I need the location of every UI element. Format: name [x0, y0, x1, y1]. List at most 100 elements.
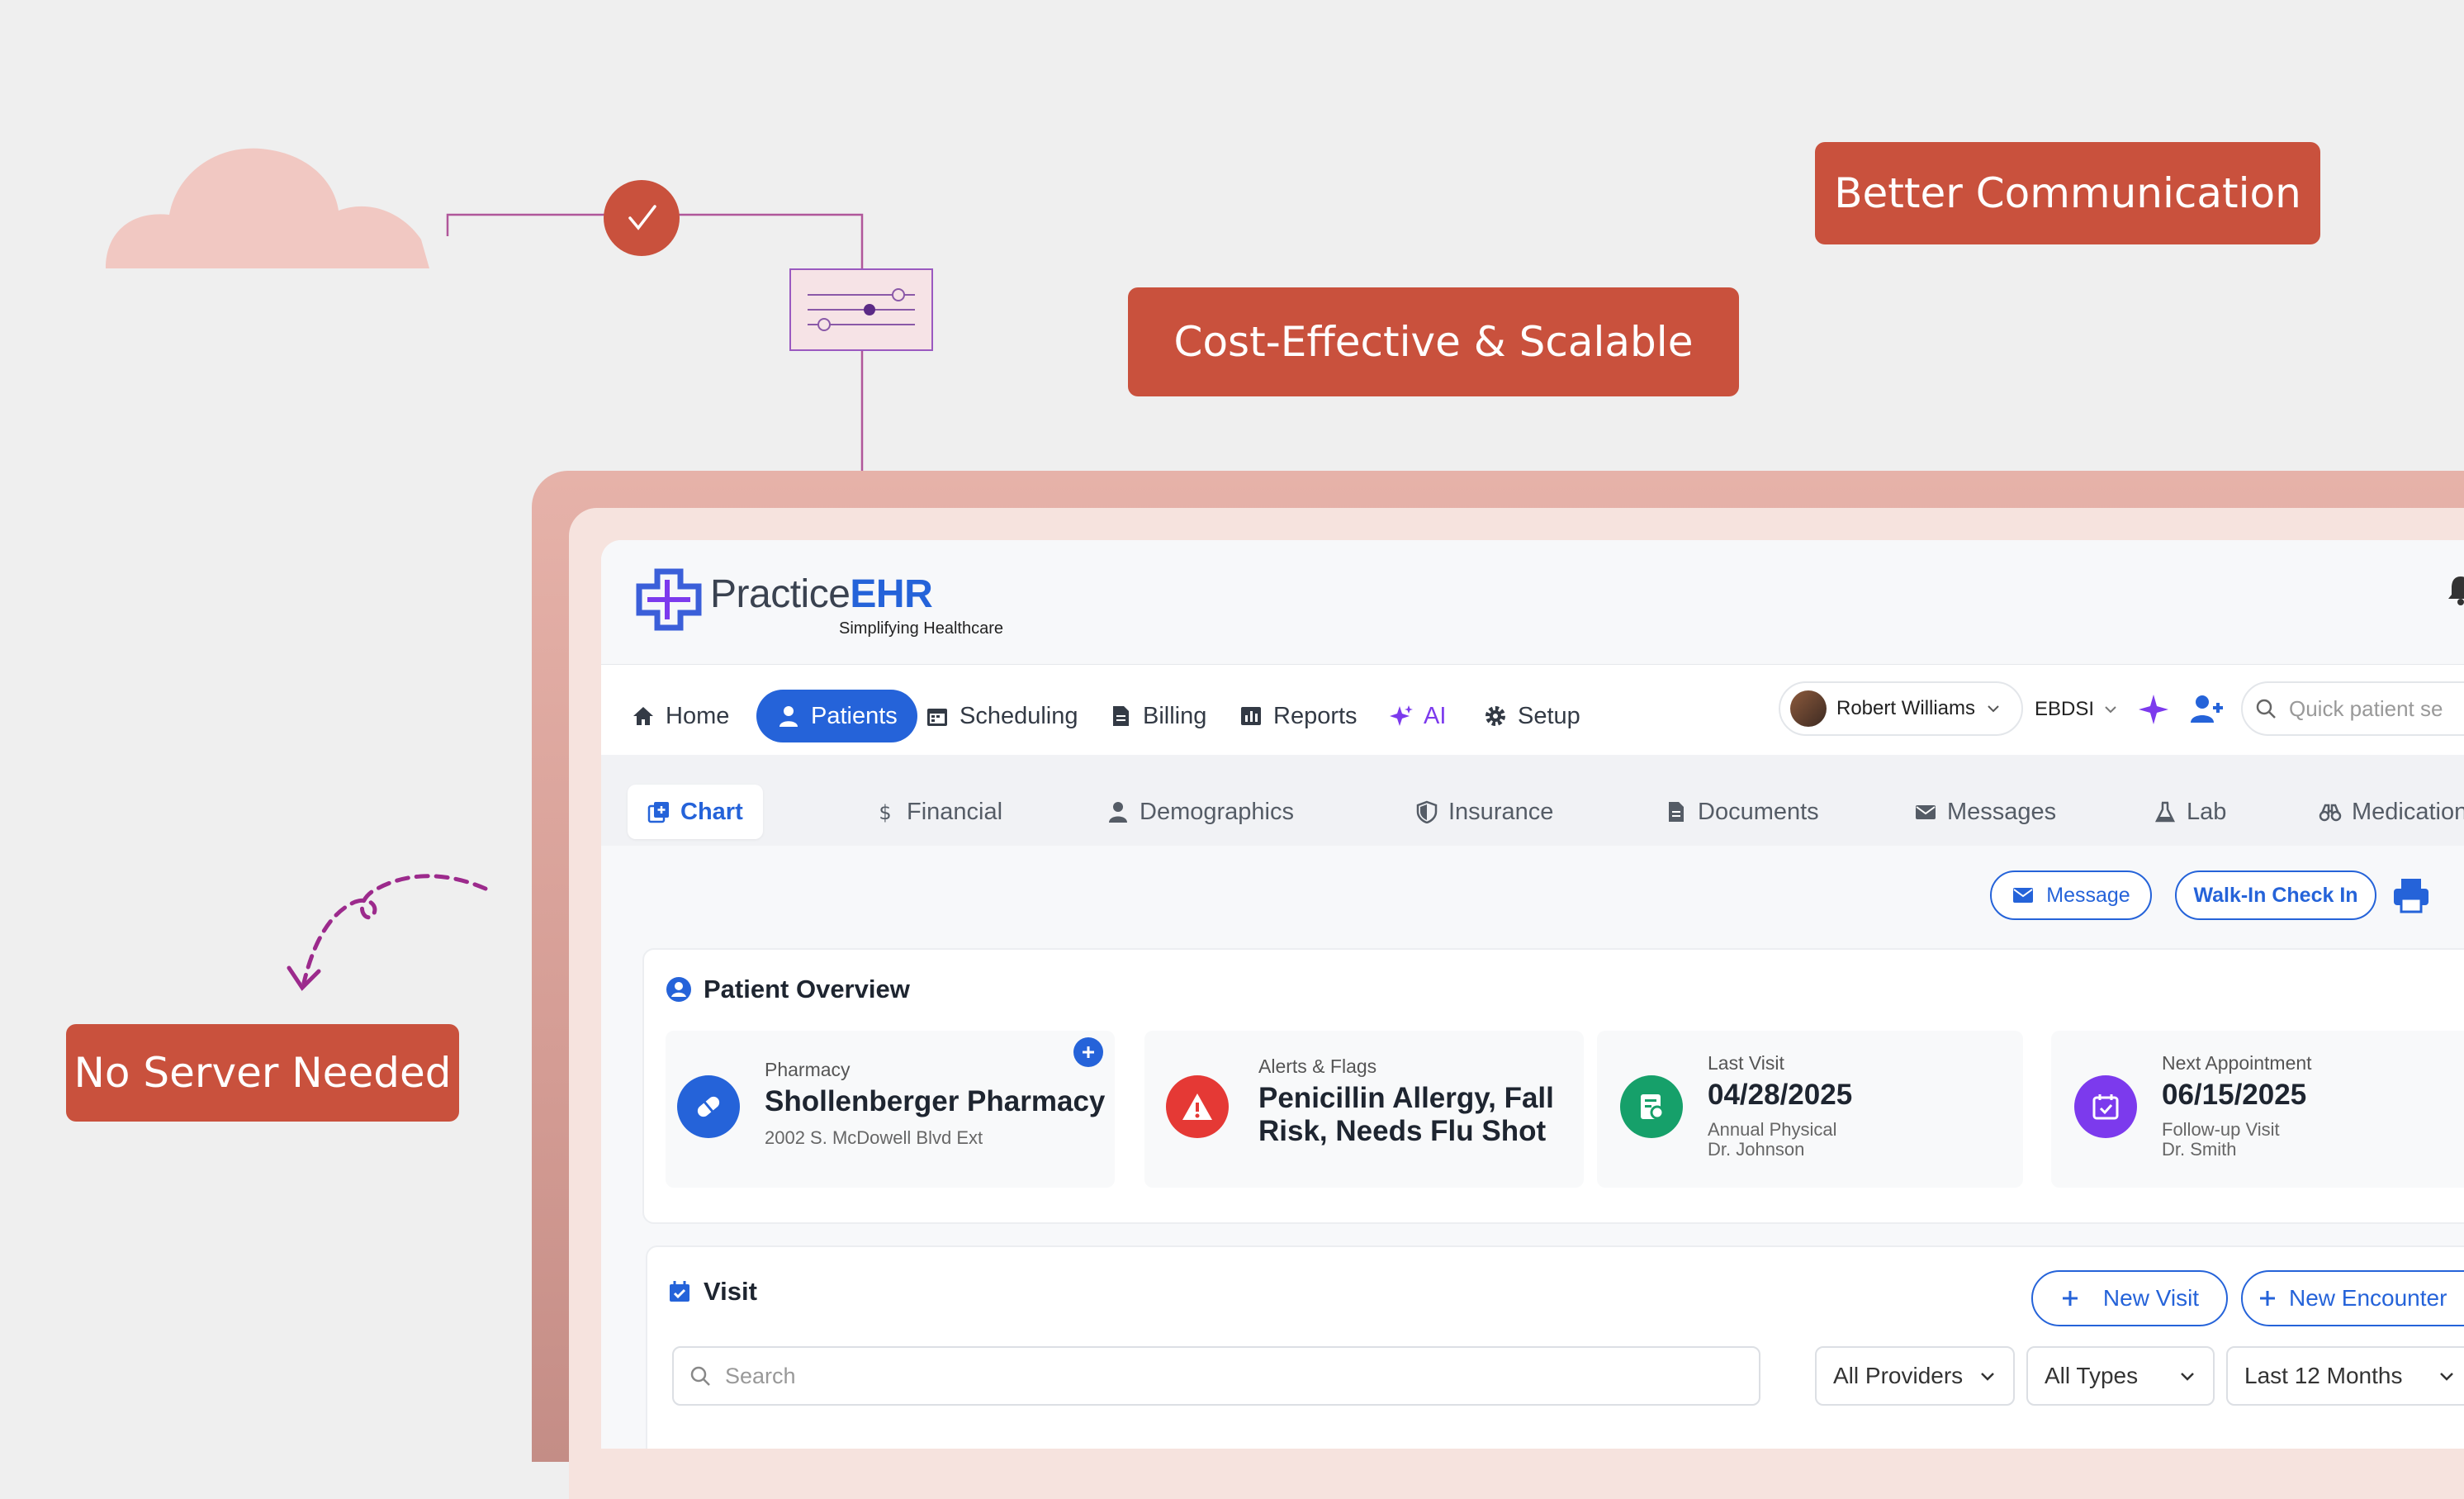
alerts-line-1: Penicillin Allergy, Fall: [1258, 1082, 1554, 1114]
types-filter-value: All Types: [2045, 1363, 2139, 1388]
tab-documents-label: Documents: [1698, 798, 1819, 825]
brand-tagline: Simplifying Healthcare: [839, 619, 1003, 638]
quick-patient-search[interactable]: Quick patient se: [2241, 681, 2464, 736]
nav-home-label: Home: [666, 702, 730, 729]
next-appointment-card[interactable]: Next Appointment 06/15/2025 Follow-up Vi…: [2051, 1031, 2464, 1188]
user-menu[interactable]: Robert Williams: [1779, 681, 2023, 736]
next-appointment-label: Next Appointment: [2162, 1052, 2312, 1074]
tab-financial[interactable]: $ Financial: [874, 785, 1002, 839]
last-visit-card[interactable]: Last Visit 04/28/2025 Annual Physical Dr…: [1597, 1031, 2023, 1188]
patient-icon: [779, 706, 798, 727]
tab-messages[interactable]: Messages: [1914, 785, 2056, 839]
tab-chart-label: Chart: [680, 798, 743, 825]
printer-icon[interactable]: [2391, 875, 2431, 915]
chart-plus-icon: [647, 802, 669, 823]
next-appointment-date: 06/15/2025: [2162, 1079, 2307, 1111]
message-button[interactable]: Message: [1990, 870, 2152, 920]
nav-setup-label: Setup: [1518, 702, 1580, 729]
last-visit-type: Annual Physical: [1708, 1119, 1837, 1140]
badge-cost-effective: Cost-Effective & Scalable: [1128, 287, 1739, 396]
date-range-filter[interactable]: Last 12 Months: [2226, 1346, 2464, 1406]
last-visit-date: 04/28/2025: [1708, 1079, 1853, 1111]
badge-better-communication: Better Communication: [1815, 142, 2320, 244]
invoice-icon: [1113, 706, 1129, 726]
tab-chart[interactable]: Chart: [628, 785, 763, 839]
add-pharmacy-button[interactable]: [1073, 1037, 1103, 1067]
chevron-down-icon: [1981, 1373, 1994, 1381]
providers-filter[interactable]: All Providers: [1815, 1346, 2015, 1406]
brand-name-practice: Practice: [710, 572, 851, 616]
envelope-icon: [1916, 805, 1936, 819]
home-icon: [633, 707, 653, 725]
visit-title: Visit: [704, 1277, 757, 1306]
types-filter[interactable]: All Types: [2026, 1346, 2215, 1406]
brand-name-ehr: EHR: [850, 572, 933, 616]
pharmacy-card[interactable]: Pharmacy Shollenberger Pharmacy 2002 S. …: [666, 1031, 1115, 1188]
nav-patients-label: Patients: [811, 702, 898, 729]
tab-documents[interactable]: Documents: [1665, 785, 1819, 839]
visit-report-icon: [1620, 1075, 1683, 1138]
user-name: Robert Williams: [1836, 697, 1976, 719]
search-icon: [690, 1366, 710, 1386]
main-nav: Home Patients Scheduling Billing Reports…: [601, 664, 2464, 757]
binoculars-icon: [2319, 804, 2342, 822]
nav-scheduling[interactable]: Scheduling: [925, 690, 1078, 742]
nav-setup[interactable]: Setup: [1483, 690, 1580, 742]
tab-insurance[interactable]: Insurance: [1415, 785, 1553, 839]
nav-billing-label: Billing: [1143, 702, 1207, 729]
alerts-card[interactable]: Alerts & Flags Penicillin Allergy, Fall …: [1144, 1031, 1584, 1188]
check-circle-icon: [604, 180, 680, 256]
user-circle-icon: [666, 977, 691, 1002]
tab-medication[interactable]: Medication: [2319, 785, 2464, 839]
add-user-icon[interactable]: [2188, 691, 2225, 728]
walk-in-check-in-button[interactable]: Walk-In Check In: [2175, 870, 2376, 920]
bell-icon[interactable]: [2444, 573, 2464, 606]
avatar: [1790, 690, 1827, 727]
pill-icon: [677, 1075, 740, 1138]
new-encounter-button[interactable]: New Encounter: [2241, 1270, 2464, 1326]
sparkle-icon: [1390, 705, 1413, 726]
visit-search-placeholder: Search: [725, 1363, 796, 1388]
chevron-down-icon: [2440, 1373, 2453, 1381]
next-appointment-doctor: Dr. Smith: [2162, 1139, 2237, 1160]
new-visit-button[interactable]: New Visit: [2031, 1270, 2228, 1326]
sliders-icon: [789, 268, 933, 351]
patient-overview-card: Patient Overview Pharmacy Shollenberger …: [642, 948, 2464, 1224]
date-range-filter-value: Last 12 Months: [2244, 1363, 2403, 1388]
new-encounter-label: New Encounter: [2289, 1285, 2447, 1311]
last-visit-label: Last Visit: [1708, 1052, 1784, 1074]
nav-ai[interactable]: AI: [1389, 690, 1446, 742]
nav-reports-label: Reports: [1273, 702, 1358, 729]
nav-home[interactable]: Home: [631, 690, 729, 742]
shield-icon: [1416, 800, 1438, 823]
tab-lab-label: Lab: [2187, 798, 2227, 825]
plus-icon: [1083, 1046, 1094, 1058]
next-appointment-type: Follow-up Visit: [2162, 1119, 2280, 1140]
nav-ai-label: AI: [1424, 702, 1447, 729]
gear-icon: [1486, 706, 1505, 726]
visit-card: Visit New Visit New Encounter Search All…: [646, 1245, 2464, 1449]
pharmacy-label: Pharmacy: [765, 1059, 851, 1080]
walk-in-label: Walk-In Check In: [2193, 883, 2358, 907]
tab-messages-label: Messages: [1947, 798, 2057, 825]
chevron-down-icon: [2181, 1373, 2194, 1381]
ai-sparkle-icon[interactable]: [2137, 693, 2170, 726]
nav-billing[interactable]: Billing: [1108, 690, 1206, 742]
visit-search-input[interactable]: Search: [672, 1346, 1760, 1406]
tab-medication-label: Medication: [2352, 798, 2464, 825]
quick-search-placeholder: Quick patient se: [2289, 695, 2443, 721]
overview-header: Patient Overview: [666, 975, 910, 1004]
chart-content: Message Walk-In Check In Patient Overvie…: [601, 846, 2464, 1449]
providers-filter-value: All Providers: [1833, 1363, 1964, 1388]
org-switcher[interactable]: EBDSI: [2035, 695, 2119, 724]
pharmacy-address: 2002 S. McDowell Blvd Ext: [765, 1127, 983, 1148]
brand-logo[interactable]: PracticeEHR Simplifying Healthcare: [634, 567, 1003, 649]
message-button-label: Message: [2046, 883, 2130, 907]
alerts-label: Alerts & Flags: [1258, 1055, 1377, 1077]
plus-icon: [2260, 1291, 2275, 1306]
tab-lab[interactable]: Lab: [2154, 785, 2226, 839]
nav-reports[interactable]: Reports: [1239, 690, 1358, 742]
top-bar: PracticeEHR Simplifying Healthcare: [601, 540, 2464, 664]
tab-demographics[interactable]: Demographics: [1106, 785, 1294, 839]
nav-patients[interactable]: Patients: [756, 690, 917, 742]
